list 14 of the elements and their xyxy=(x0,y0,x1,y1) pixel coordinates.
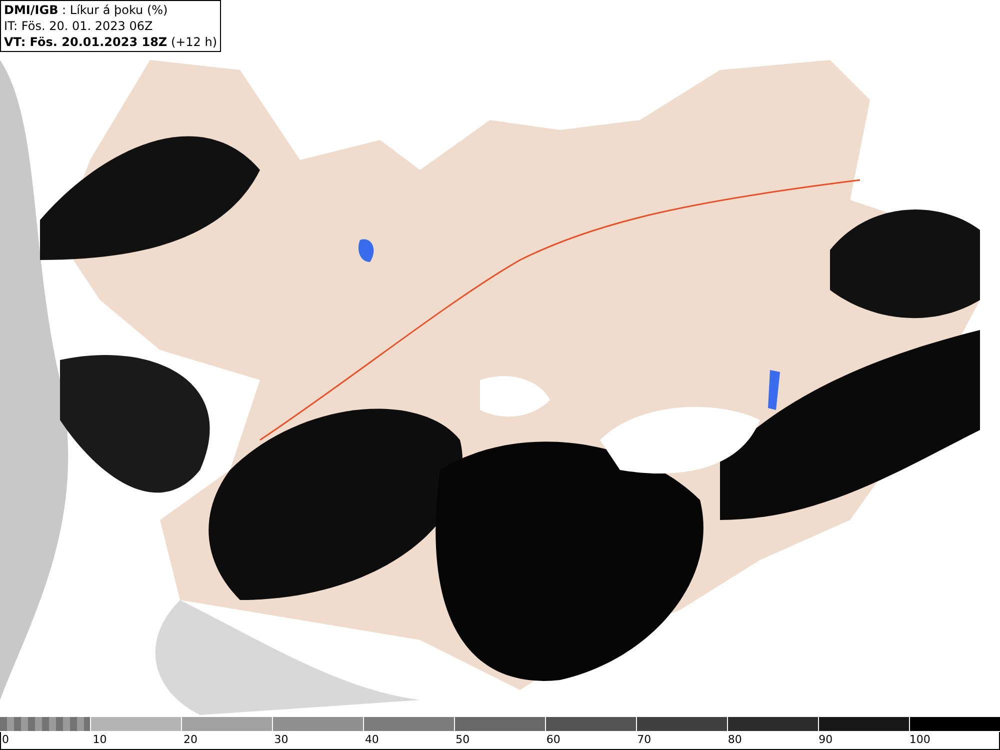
legend-label: 20 xyxy=(183,733,198,746)
legend-label: 40 xyxy=(364,733,379,746)
legend-label: 10 xyxy=(92,733,107,746)
info-line: IT: Fös. 20. 01. 2023 06Z xyxy=(4,18,154,34)
legend-label: 30 xyxy=(274,733,288,746)
legend-label: 100 xyxy=(909,733,930,746)
legend-label: 80 xyxy=(728,733,742,746)
info-line: DMI/IGB : Líkur á þoku (%) xyxy=(4,2,169,18)
legend-label: 50 xyxy=(456,733,470,746)
info-line: VT: Fös. 20.01.2023 18Z (+12 h) xyxy=(4,34,218,50)
legend-label: 0 xyxy=(2,733,9,746)
legend-label: 70 xyxy=(637,733,652,746)
legend-label: 90 xyxy=(818,733,833,746)
legend-label: 60 xyxy=(546,733,560,746)
